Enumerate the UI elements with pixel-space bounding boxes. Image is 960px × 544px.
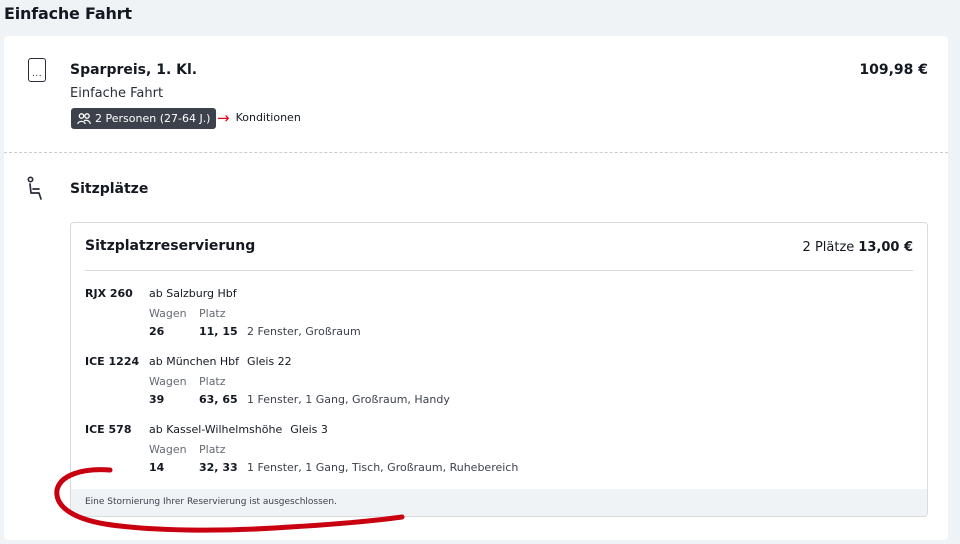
reservation-count: 2 Plätze [802,240,855,255]
leg-gleis: Gleis 3 [290,423,328,436]
section-divider [4,152,948,153]
ticket-icon-glyph: ... [32,69,43,79]
cancellation-note: Eine Stornierung Ihrer Reservierung ist … [71,489,927,516]
leg-from: ab Kassel-Wilhelmshöhe Gleis 3 [149,423,328,436]
platz-label: Platz [199,375,226,388]
seat-icon [27,176,42,200]
arrow-right-icon: → [217,108,230,127]
leg-gleis: Gleis 22 [247,355,292,368]
wagen-value: 39 [149,393,165,406]
reservation-leg: ICE 578 ab Kassel-Wilhelmshöhe Gleis 3 Wa… [85,423,905,483]
seat-details: 1 Fenster, 1 Gang, Tisch, Großraum, Ruhe… [247,461,519,474]
persons-badge-label: 2 Personen (27-64 J.) [95,112,211,125]
leg-train: RJX 260 [85,287,133,300]
platz-value: 63, 65 [199,393,238,406]
wagen-label: Wagen [149,443,187,456]
offer-title: Sparpreis, 1. Kl. [70,62,198,78]
reservation-leg: RJX 260 ab Salzburg Hbf Wagen Platz 26 1… [85,287,905,347]
reservation-price: 13,00 € [858,240,913,255]
platz-value: 32, 33 [199,461,238,474]
wagen-value: 26 [149,325,165,338]
seats-title: Sitzplätze [70,181,149,197]
seat-details: 1 Fenster, 1 Gang, Großraum, Handy [247,393,450,406]
reservation-divider [85,270,913,271]
leg-from: ab Salzburg Hbf [149,287,245,300]
offer-price: 109,98 € [859,62,928,78]
wagen-label: Wagen [149,375,187,388]
leg-train: ICE 578 [85,423,132,436]
platz-label: Platz [199,443,226,456]
leg-from: ab München Hbf Gleis 22 [149,355,292,368]
reservation-box: Sitzplatzreservierung 2 Plätze 13,00 € RJ… [70,222,928,517]
reservation-title: Sitzplatzreservierung [85,238,256,254]
offer-card: ... Sparpreis, 1. Kl. Einfache Fahrt 2 P… [4,36,948,540]
reservation-summary: 2 Plätze 13,00 € [803,240,913,255]
offer-section: ... Sparpreis, 1. Kl. Einfache Fahrt 2 P… [4,36,948,152]
platz-value: 11, 15 [199,325,238,338]
persons-icon [77,112,91,124]
persons-badge: 2 Personen (27-64 J.) [71,108,217,129]
leg-station: ab Kassel-Wilhelmshöhe [149,423,283,436]
smartphone-ticket-icon: ... [28,58,46,82]
leg-station: ab München Hbf [149,355,240,368]
seat-details: 2 Fenster, Großraum [247,325,361,338]
leg-station: ab Salzburg Hbf [149,287,237,300]
platz-label: Platz [199,307,226,320]
conditions-link[interactable]: → Konditionen [217,108,301,127]
offer-subtitle: Einfache Fahrt [70,86,164,101]
conditions-link-label: Konditionen [235,111,301,124]
reservation-leg: ICE 1224 ab München Hbf Gleis 22 Wagen Pl… [85,355,905,415]
wagen-label: Wagen [149,307,187,320]
leg-train: ICE 1224 [85,355,140,368]
wagen-value: 14 [149,461,165,474]
page-heading: Einfache Fahrt [4,4,132,23]
